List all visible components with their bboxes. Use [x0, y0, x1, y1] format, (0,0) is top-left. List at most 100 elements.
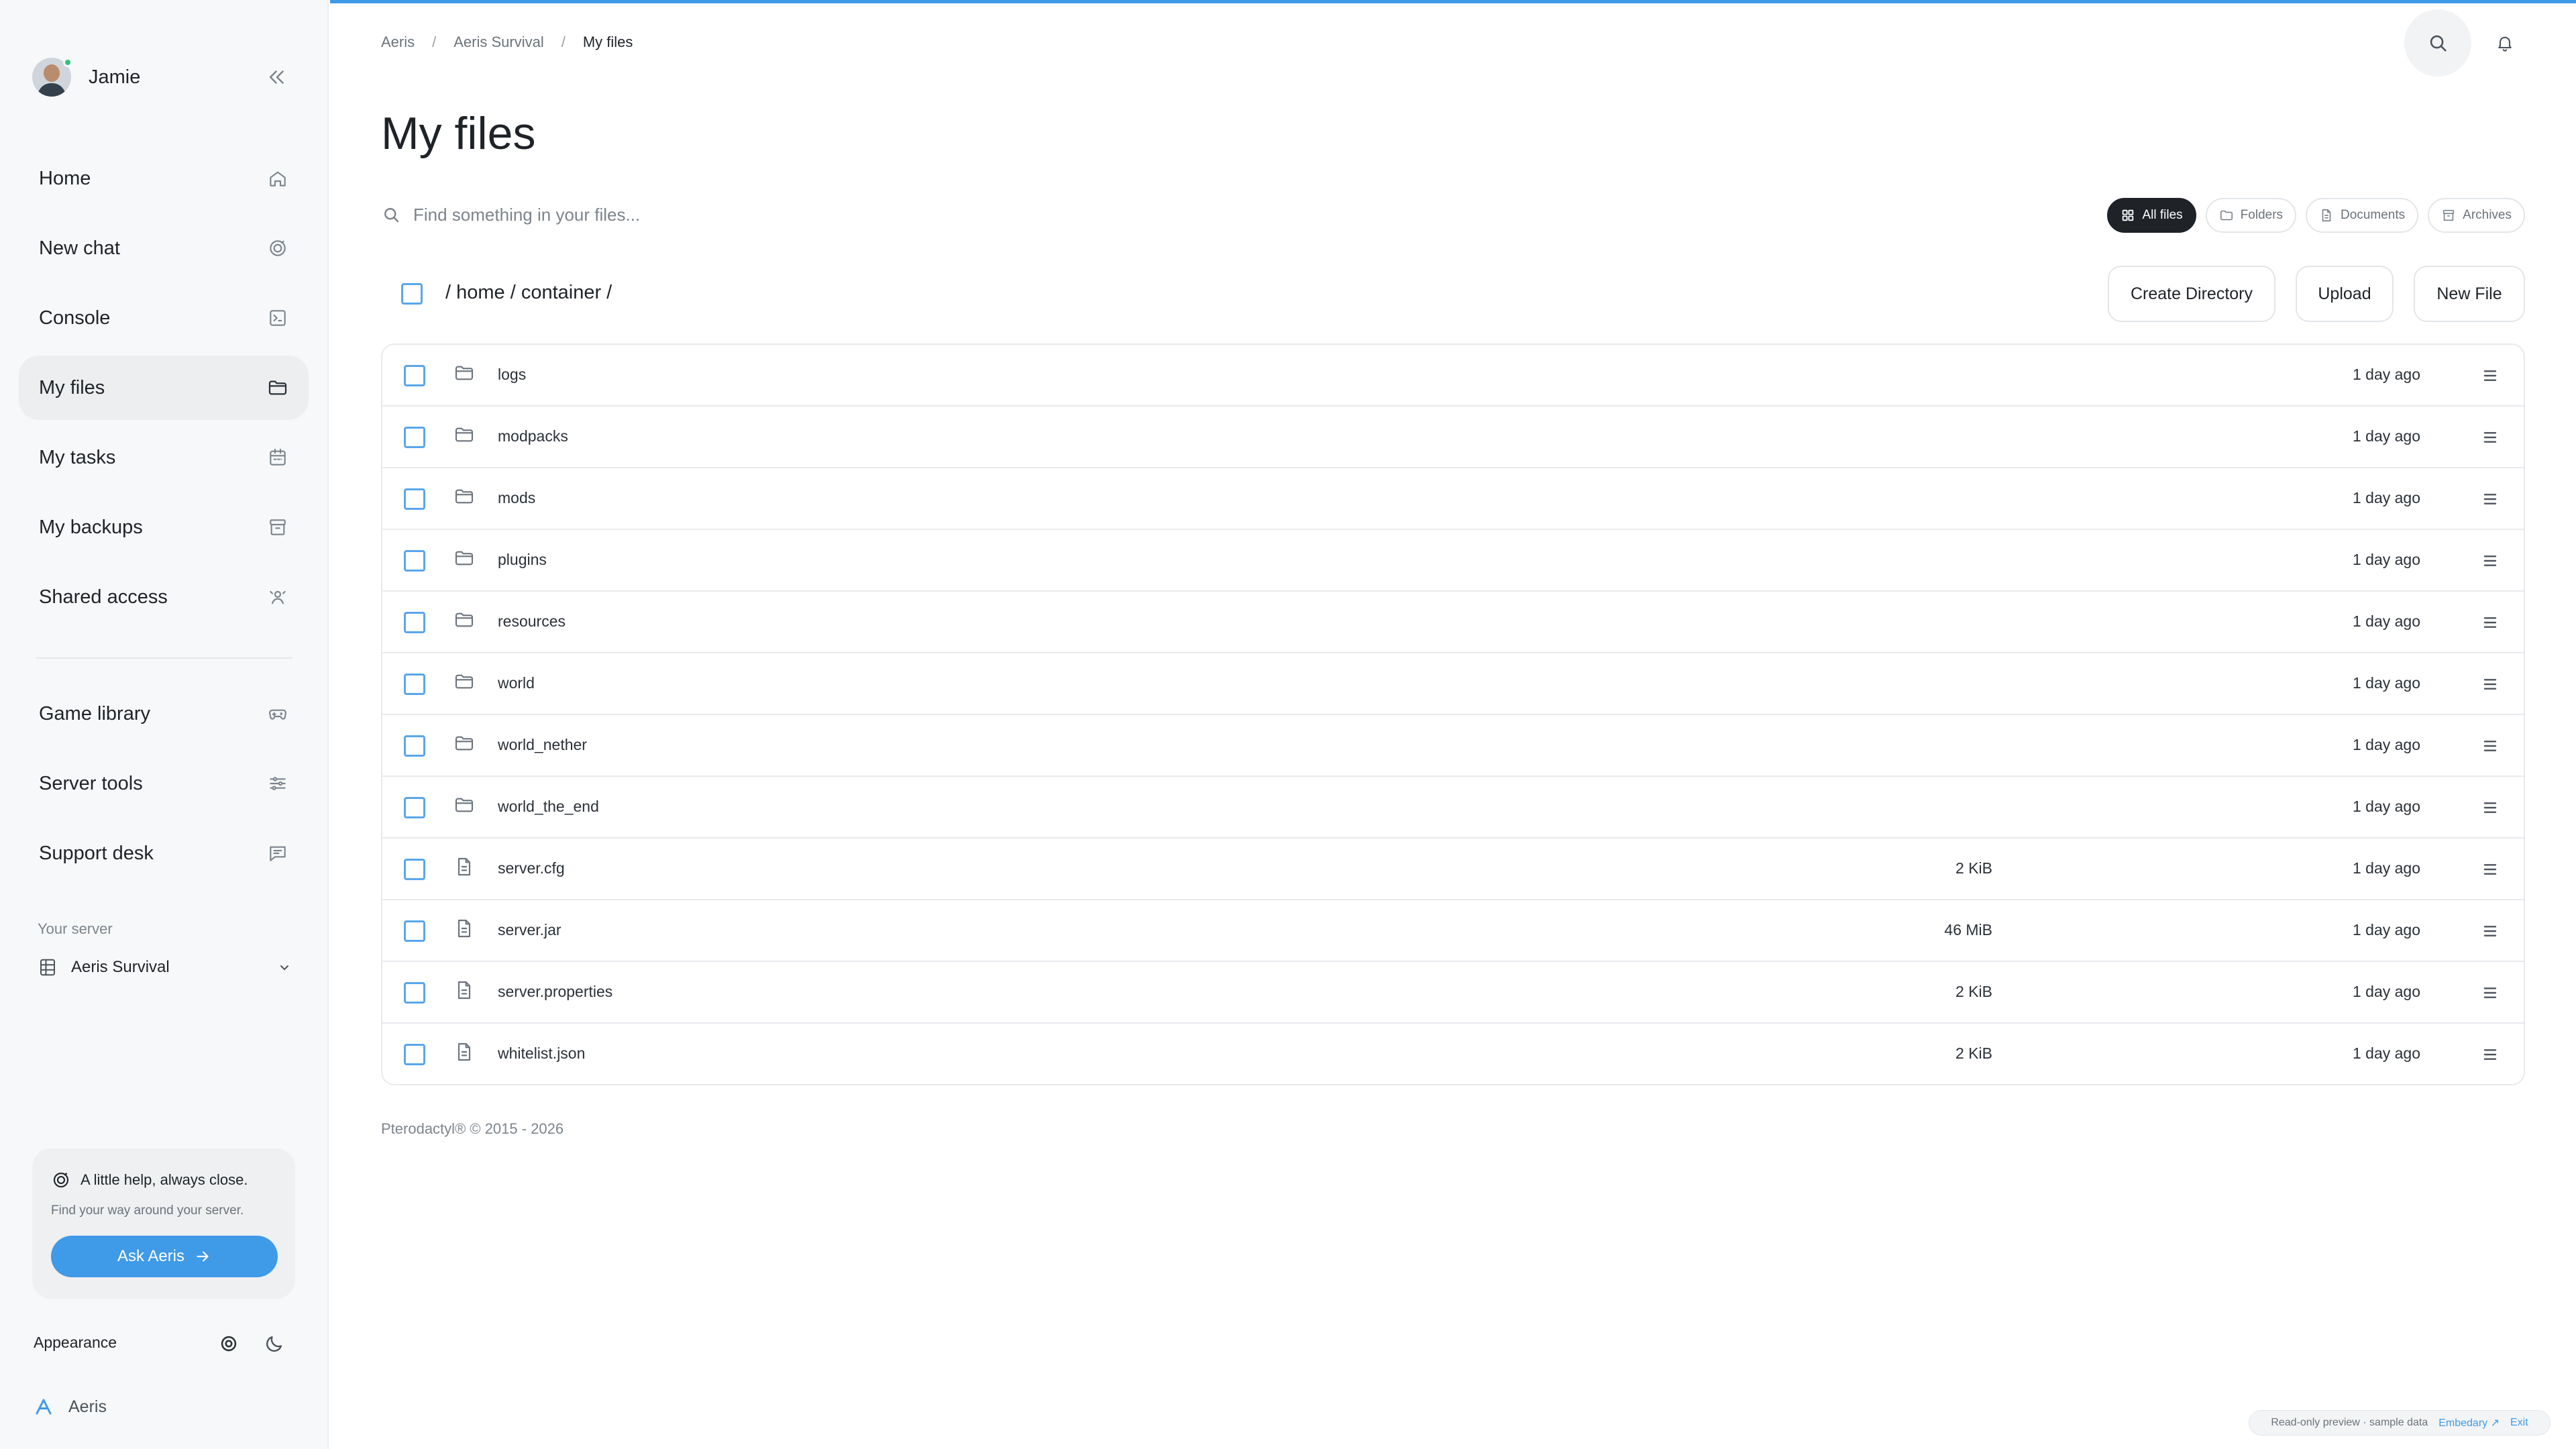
- row-menu-icon[interactable]: [2479, 797, 2501, 818]
- file-icon: [453, 979, 475, 1001]
- file-row[interactable]: world_nether 1 day ago: [382, 715, 2524, 777]
- calendar-icon: [267, 447, 288, 468]
- user-profile[interactable]: Jamie: [32, 55, 140, 99]
- grid-icon: [2121, 208, 2135, 223]
- row-checkbox[interactable]: [404, 982, 425, 1004]
- brand: Aeris: [34, 1397, 107, 1417]
- server-icon: [38, 957, 58, 977]
- sidebar-item-support-desk[interactable]: Support desk: [19, 821, 309, 885]
- file-name[interactable]: modpacks: [498, 427, 568, 445]
- file-name[interactable]: world_the_end: [498, 798, 599, 816]
- filter-label: All files: [2142, 208, 2183, 222]
- file-row[interactable]: logs 1 day ago: [382, 345, 2524, 407]
- file-size: 46 MiB: [1944, 921, 1992, 938]
- file-name[interactable]: mods: [498, 489, 535, 507]
- file-name[interactable]: whitelist.json: [498, 1044, 585, 1063]
- file-row[interactable]: mods 1 day ago: [382, 468, 2524, 530]
- file-name[interactable]: plugins: [498, 551, 547, 569]
- collapse-sidebar-icon[interactable]: [266, 66, 288, 89]
- file-row[interactable]: plugins 1 day ago: [382, 530, 2524, 592]
- row-menu-icon[interactable]: [2479, 488, 2501, 510]
- row-checkbox[interactable]: [404, 612, 425, 633]
- row-checkbox[interactable]: [404, 920, 425, 942]
- row-menu-icon[interactable]: [2479, 427, 2501, 448]
- row-menu-icon[interactable]: [2479, 859, 2501, 880]
- notifications-bell-icon[interactable]: [2491, 30, 2518, 56]
- file-row[interactable]: world_the_end 1 day ago: [382, 777, 2524, 839]
- filter-archives[interactable]: Archives: [2428, 198, 2525, 233]
- file-name[interactable]: server.cfg: [498, 859, 565, 877]
- sidebar-item-game-library[interactable]: Game library: [19, 682, 309, 746]
- breadcrumb-item[interactable]: Aeris: [381, 34, 415, 51]
- server-selector[interactable]: Aeris Survival: [38, 953, 292, 982]
- create-directory-button[interactable]: Create Directory: [2108, 266, 2275, 322]
- file-row[interactable]: resources 1 day ago: [382, 592, 2524, 653]
- file-row[interactable]: whitelist.json 2 KiB 1 day ago: [382, 1024, 2524, 1084]
- row-checkbox[interactable]: [404, 735, 425, 757]
- file-icon: [453, 856, 475, 877]
- embedary-link[interactable]: Embedary ↗: [2438, 1416, 2500, 1430]
- row-checkbox[interactable]: [404, 365, 425, 386]
- file-modified: 1 day ago: [2352, 551, 2420, 568]
- dark-mode-moon-icon[interactable]: [263, 1332, 286, 1355]
- row-checkbox[interactable]: [404, 488, 425, 510]
- file-row[interactable]: server.cfg 2 KiB 1 day ago: [382, 839, 2524, 900]
- file-row[interactable]: server.properties 2 KiB 1 day ago: [382, 962, 2524, 1024]
- brand-name: Aeris: [68, 1397, 107, 1416]
- create-directory-label: Create Directory: [2131, 284, 2253, 303]
- archive-icon: [267, 517, 288, 538]
- file-name[interactable]: logs: [498, 366, 526, 384]
- row-checkbox[interactable]: [404, 550, 425, 572]
- filter-folders[interactable]: Folders: [2205, 198, 2297, 233]
- archive-icon: [2441, 208, 2456, 223]
- file-name[interactable]: server.jar: [498, 921, 561, 939]
- gamepad-icon: [267, 703, 288, 724]
- file-search-input[interactable]: [413, 204, 1218, 225]
- file-name[interactable]: resources: [498, 612, 566, 631]
- row-checkbox[interactable]: [404, 797, 425, 818]
- file-row[interactable]: modpacks 1 day ago: [382, 407, 2524, 468]
- breadcrumb-item[interactable]: Aeris Survival: [453, 34, 543, 51]
- row-menu-icon[interactable]: [2479, 550, 2501, 572]
- row-menu-icon[interactable]: [2479, 1044, 2501, 1065]
- sidebar-divider: [36, 657, 292, 659]
- row-checkbox[interactable]: [404, 1044, 425, 1065]
- row-menu-icon[interactable]: [2479, 982, 2501, 1004]
- breadcrumb: Aeris / Aeris Survival / My files: [381, 34, 633, 51]
- row-menu-icon[interactable]: [2479, 735, 2501, 757]
- sliders-icon: [267, 773, 288, 794]
- file-name[interactable]: server.properties: [498, 983, 612, 1001]
- sidebar-item-home[interactable]: Home: [19, 146, 309, 211]
- row-checkbox[interactable]: [404, 859, 425, 880]
- filter-all-files[interactable]: All files: [2107, 198, 2196, 233]
- current-path: / home / container /: [445, 282, 612, 303]
- upload-button[interactable]: Upload: [2296, 266, 2394, 322]
- row-menu-icon[interactable]: [2479, 920, 2501, 942]
- file-row[interactable]: server.jar 46 MiB 1 day ago: [382, 900, 2524, 962]
- sidebar-item-shared-access[interactable]: Shared access: [19, 565, 309, 629]
- select-all-checkbox[interactable]: [401, 283, 423, 305]
- sidebar-item-new-chat[interactable]: New chat: [19, 216, 309, 280]
- exit-link[interactable]: Exit: [2510, 1417, 2528, 1429]
- sidebar-item-my-files[interactable]: My files: [19, 356, 309, 420]
- file-row[interactable]: world 1 day ago: [382, 653, 2524, 715]
- row-menu-icon[interactable]: [2479, 612, 2501, 633]
- sidebar-item-my-tasks[interactable]: My tasks: [19, 425, 309, 490]
- file-name[interactable]: world: [498, 674, 535, 692]
- row-menu-icon[interactable]: [2479, 674, 2501, 695]
- sidebar-item-my-backups[interactable]: My backups: [19, 495, 309, 559]
- row-menu-icon[interactable]: [2479, 365, 2501, 386]
- system-theme-icon[interactable]: [217, 1332, 240, 1355]
- new-file-button[interactable]: New File: [2414, 266, 2525, 322]
- row-checkbox[interactable]: [404, 427, 425, 448]
- filter-documents[interactable]: Documents: [2306, 198, 2419, 233]
- brand-logo-icon: [34, 1397, 54, 1417]
- sidebar-item-console[interactable]: Console: [19, 286, 309, 350]
- row-checkbox[interactable]: [404, 674, 425, 695]
- file-icon: [453, 918, 475, 939]
- global-search-button[interactable]: [2404, 9, 2471, 76]
- help-card-subtitle: Find your way around your server.: [51, 1203, 244, 1218]
- sidebar-item-server-tools[interactable]: Server tools: [19, 751, 309, 816]
- ask-aeris-button[interactable]: Ask Aeris: [51, 1236, 278, 1277]
- file-name[interactable]: world_nether: [498, 736, 587, 754]
